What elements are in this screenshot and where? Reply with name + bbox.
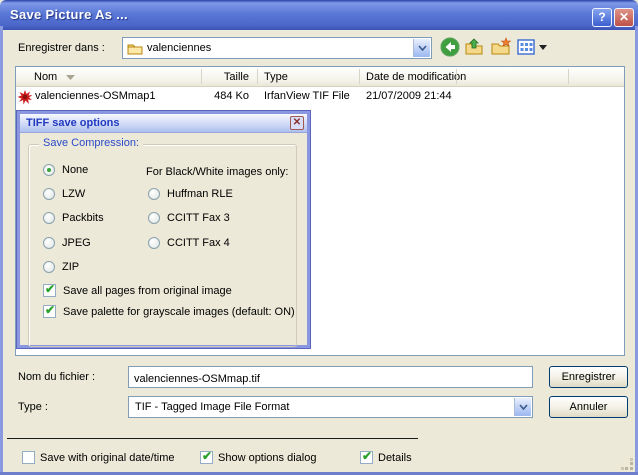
file-date: 21/07/2009 21:44 xyxy=(366,90,452,102)
up-one-level-icon[interactable] xyxy=(464,37,484,57)
radio-option-none[interactable]: None xyxy=(43,164,88,176)
new-folder-icon[interactable] xyxy=(490,37,512,57)
filetype-dropdown-arrow[interactable] xyxy=(514,398,531,416)
radio-button[interactable] xyxy=(43,164,55,176)
radio-option-huffman-rle[interactable]: Huffman RLE xyxy=(148,188,233,200)
save-button[interactable]: Enregistrer xyxy=(549,366,628,388)
checkbox[interactable]: ✔ xyxy=(43,284,56,297)
radio-option-jpeg[interactable]: JPEG xyxy=(43,237,91,249)
column-header-type[interactable]: Type xyxy=(264,71,288,83)
filetype-label: Type : xyxy=(18,401,48,413)
save-picture-as-dialog: Save Picture As ... ? ✕ Enregistrer dans… xyxy=(0,0,638,475)
checkbox-save-palette[interactable]: ✔ Save palette for grayscale images (def… xyxy=(43,305,295,318)
radio-button[interactable] xyxy=(148,212,160,224)
radio-button[interactable] xyxy=(148,237,160,249)
column-header-date[interactable]: Date de modification xyxy=(366,71,466,83)
title-bar[interactable]: Save Picture As ... ? ✕ xyxy=(0,0,638,30)
file-size: 484 Ko xyxy=(176,90,249,102)
views-dropdown-arrow-icon[interactable] xyxy=(539,45,547,50)
chevron-down-icon xyxy=(418,45,427,51)
cancel-button[interactable]: Annuler xyxy=(549,396,628,418)
checkbox-label: Details xyxy=(378,452,412,464)
column-header-size[interactable]: Taille xyxy=(176,71,249,83)
save-in-dropdown-arrow[interactable] xyxy=(413,39,430,57)
filetype-value: TIF - Tagged Image File Format xyxy=(135,401,289,413)
back-button-icon[interactable] xyxy=(440,37,460,57)
radio-button[interactable] xyxy=(43,188,55,200)
checkbox-save-all-pages[interactable]: ✔ Save all pages from original image xyxy=(43,284,232,297)
file-name: valenciennes-OSMmap1 xyxy=(35,90,155,102)
radio-option-zip[interactable]: ZIP xyxy=(43,261,79,273)
radio-option-lzw[interactable]: LZW xyxy=(43,188,85,200)
column-header-name[interactable]: Nom xyxy=(34,71,57,83)
filetype-combobox[interactable]: TIF - Tagged Image File Format xyxy=(128,396,533,418)
checkbox[interactable]: ✔ xyxy=(22,451,35,464)
file-type: IrfanView TIF File xyxy=(264,90,350,102)
radio-option-packbits[interactable]: Packbits xyxy=(43,212,104,224)
file-row[interactable]: valenciennes-OSMmap1 484 Ko IrfanView TI… xyxy=(16,88,622,106)
tiff-close-button[interactable]: ✕ xyxy=(290,116,304,130)
checkbox-label: Show options dialog xyxy=(218,452,316,464)
window-border-left xyxy=(0,26,3,475)
radio-button[interactable] xyxy=(43,212,55,224)
sort-arrow-icon xyxy=(66,75,75,80)
close-button[interactable]: ✕ xyxy=(614,8,634,27)
radio-option-ccitt-fax4[interactable]: CCITT Fax 4 xyxy=(148,237,230,249)
file-list-header: Nom Taille Type Date de modification xyxy=(16,67,624,87)
chevron-down-icon xyxy=(519,404,528,410)
window-title: Save Picture As ... xyxy=(10,7,128,22)
checkbox[interactable]: ✔ xyxy=(43,305,56,318)
resize-grip[interactable] xyxy=(621,458,634,471)
save-in-combobox[interactable]: valenciennes xyxy=(122,37,432,59)
footer-option-details[interactable]: ✔ Details xyxy=(360,451,412,464)
filename-input[interactable] xyxy=(128,366,533,388)
irfanview-file-icon xyxy=(17,89,33,105)
radio-button[interactable] xyxy=(43,237,55,249)
filename-label: Nom du fichier : xyxy=(18,371,95,383)
checkbox[interactable]: ✔ xyxy=(360,451,373,464)
save-compression-group: Save Compression: None LZW Packbits JPEG… xyxy=(28,144,297,347)
tiff-dialog-title: TIFF save options xyxy=(26,117,120,129)
group-caption: Save Compression: xyxy=(39,137,143,149)
radio-button[interactable] xyxy=(148,188,160,200)
footer-option-show-options[interactable]: ✔ Show options dialog xyxy=(200,451,316,464)
footer-separator xyxy=(7,438,418,439)
radio-option-ccitt-fax3[interactable]: CCITT Fax 3 xyxy=(148,212,230,224)
folder-icon xyxy=(127,41,143,57)
save-in-label: Enregistrer dans : xyxy=(18,42,105,54)
help-button[interactable]: ? xyxy=(592,8,612,27)
checkbox[interactable]: ✔ xyxy=(200,451,213,464)
tiff-title-bar[interactable]: TIFF save options ✕ xyxy=(20,114,307,133)
footer-option-original-date[interactable]: ✔ Save with original date/time xyxy=(22,451,175,464)
save-in-value: valenciennes xyxy=(147,42,211,54)
views-menu-icon[interactable] xyxy=(517,39,535,55)
checkbox-label: Save with original date/time xyxy=(40,452,175,464)
radio-button[interactable] xyxy=(43,261,55,273)
bw-images-header: For Black/White images only: xyxy=(146,166,288,178)
tiff-save-options-dialog: TIFF save options ✕ Save Compression: No… xyxy=(17,111,310,348)
